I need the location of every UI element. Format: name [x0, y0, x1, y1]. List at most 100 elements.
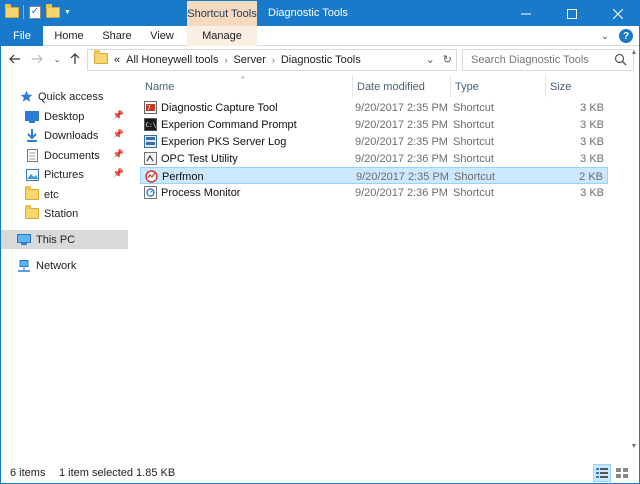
scroll-down-arrow-icon[interactable]: ▼: [629, 441, 639, 451]
explorer-window: ✓ ▼ Shortcut Tools Diagnostic Tools File…: [0, 0, 640, 484]
size-cell: 3 KB: [580, 135, 604, 148]
title-bar[interactable]: ✓ ▼ Shortcut Tools Diagnostic Tools: [1, 1, 639, 26]
tab-home[interactable]: Home: [47, 26, 91, 46]
table-row[interactable]: C:\ Experion Command Prompt 9/20/2017 2:…: [140, 116, 608, 133]
file-name-label: Experion Command Prompt: [161, 118, 297, 131]
minimize-icon[interactable]: [503, 1, 549, 26]
window-title: Diagnostic Tools: [268, 7, 348, 19]
file-name-label: Experion PKS Server Log: [161, 135, 287, 148]
forward-arrow-icon[interactable]: [29, 51, 45, 67]
column-header-label: Date modified: [357, 81, 425, 93]
pin-icon[interactable]: 📌: [113, 149, 124, 160]
nav-item-station[interactable]: Station: [1, 204, 128, 223]
file-name-cell: OPC Test Utility: [144, 150, 238, 167]
tab-manage[interactable]: Manage: [187, 26, 257, 46]
nav-item-label: Desktop: [44, 110, 85, 123]
date-modified-cell: 9/20/2017 2:36 PM: [355, 152, 448, 165]
date-modified-cell: 9/20/2017 2:35 PM: [356, 170, 449, 183]
file-name-cell: Experion PKS Server Log: [144, 133, 286, 150]
nav-item-pictures[interactable]: Pictures 📌: [1, 165, 128, 184]
tab-share[interactable]: Share: [96, 26, 138, 46]
navigation-pane: Quick access Desktop 📌 Downloads 📌 Docum…: [1, 81, 128, 451]
breadcrumb-item[interactable]: Diagnostic Tools: [281, 54, 361, 66]
overflow-path-indicator[interactable]: «: [114, 54, 120, 66]
pin-icon[interactable]: 📌: [113, 168, 124, 179]
close-icon[interactable]: [595, 1, 639, 26]
search-input[interactable]: Search Diagnostic Tools: [462, 49, 634, 71]
date-modified-cell: 9/20/2017 2:36 PM: [355, 186, 448, 199]
refresh-icon[interactable]: ↻: [443, 53, 452, 66]
nav-item-label: Quick access: [38, 90, 104, 103]
vertical-scrollbar[interactable]: ▲ ▼: [629, 47, 639, 451]
tab-view[interactable]: View: [143, 26, 181, 46]
breadcrumb-separator-icon[interactable]: ›: [224, 55, 227, 65]
documents-icon: [25, 149, 39, 162]
address-dropdown-chevron-icon[interactable]: ⌄: [426, 53, 435, 66]
table-row[interactable]: Perfmon 9/20/2017 2:35 PM Shortcut 2 KB: [140, 167, 608, 184]
up-arrow-icon[interactable]: [67, 51, 83, 67]
large-icons-view-icon[interactable]: [613, 464, 631, 482]
folder-icon: [5, 3, 19, 19]
size-cell: 3 KB: [580, 118, 604, 131]
column-header-name[interactable]: Name ^: [140, 75, 352, 97]
search-icon[interactable]: [614, 53, 627, 66]
toolbar-divider: [23, 5, 24, 19]
maximize-icon[interactable]: [549, 1, 595, 26]
nav-item-network[interactable]: Network: [1, 256, 128, 275]
table-row[interactable]: Process Monitor 9/20/2017 2:36 PM Shortc…: [140, 184, 608, 201]
expand-ribbon-chevron-icon[interactable]: ⌄: [601, 31, 609, 42]
status-bar: 6 items 1 item selected 1.85 KB: [1, 461, 639, 483]
size-cell: 3 KB: [580, 186, 604, 199]
column-header-date-modified[interactable]: Date modified: [352, 77, 450, 97]
table-row[interactable]: 7 Diagnostic Capture Tool 9/20/2017 2:35…: [140, 99, 608, 116]
file-name-label: Perfmon: [162, 170, 204, 183]
column-header-label: Type: [455, 81, 479, 93]
search-placeholder: Search Diagnostic Tools: [471, 54, 589, 66]
nav-item-label: Station: [44, 207, 79, 220]
tab-file[interactable]: File: [1, 26, 43, 46]
date-modified-cell: 9/20/2017 2:35 PM: [355, 135, 448, 148]
nav-item-label: Downloads: [44, 129, 99, 142]
nav-item-etc[interactable]: etc: [1, 185, 128, 204]
address-bar-actions: ⌄ ↻: [426, 53, 452, 66]
breadcrumb-item[interactable]: All Honeywell tools: [126, 54, 218, 66]
nav-item-documents[interactable]: Documents 📌: [1, 146, 128, 165]
scroll-up-arrow-icon[interactable]: ▲: [629, 47, 639, 57]
nav-item-label: This PC: [36, 233, 76, 246]
breadcrumb-item[interactable]: Server: [233, 54, 265, 66]
pin-icon[interactable]: 📌: [113, 110, 124, 121]
help-icon[interactable]: ?: [619, 29, 633, 43]
file-name-cell: 7 Diagnostic Capture Tool: [144, 99, 278, 116]
address-bar[interactable]: « All Honeywell tools › Server › Diagnos…: [87, 49, 457, 71]
desktop-icon: [25, 110, 39, 123]
quick-access-toolbar: ✓ ▼: [5, 3, 71, 19]
view-switcher: [593, 464, 631, 482]
recent-locations-chevron-icon[interactable]: ⌄: [49, 51, 65, 67]
navigation-bar: ⌄ « All Honeywell tools › Server › Diagn…: [1, 47, 639, 73]
table-row[interactable]: OPC Test Utility 9/20/2017 2:36 PM Short…: [140, 150, 608, 167]
nav-item-quick-access[interactable]: Quick access: [1, 87, 128, 106]
column-header-label: Name: [145, 81, 175, 93]
folder-icon: [25, 205, 39, 220]
customize-toolbar-chevron-icon[interactable]: ▼: [64, 9, 71, 16]
file-list: Name ^ Date modified Type Size 7 Diagnos…: [140, 73, 610, 453]
table-row[interactable]: Experion PKS Server Log 9/20/2017 2:35 P…: [140, 133, 608, 150]
back-arrow-icon[interactable]: [7, 51, 23, 67]
new-folder-icon[interactable]: [46, 3, 60, 19]
command-prompt-icon: C:\: [144, 118, 157, 131]
file-name-label: OPC Test Utility: [161, 152, 238, 165]
nav-item-desktop[interactable]: Desktop 📌: [1, 107, 128, 126]
network-icon: [17, 259, 31, 272]
nav-item-this-pc[interactable]: This PC: [1, 230, 128, 249]
folder-icon: [25, 186, 39, 201]
column-header-type[interactable]: Type: [450, 77, 545, 97]
nav-item-downloads[interactable]: Downloads 📌: [1, 126, 128, 145]
details-view-icon[interactable]: [593, 464, 611, 482]
breadcrumb-separator-icon[interactable]: ›: [272, 55, 275, 65]
capture-tool-icon: 7: [144, 101, 157, 114]
properties-icon[interactable]: ✓: [28, 5, 42, 19]
pin-icon[interactable]: 📌: [113, 129, 124, 140]
ribbon-controls: ⌄ ?: [601, 29, 633, 43]
column-header-size[interactable]: Size: [545, 77, 608, 97]
type-cell: Shortcut: [453, 101, 494, 114]
